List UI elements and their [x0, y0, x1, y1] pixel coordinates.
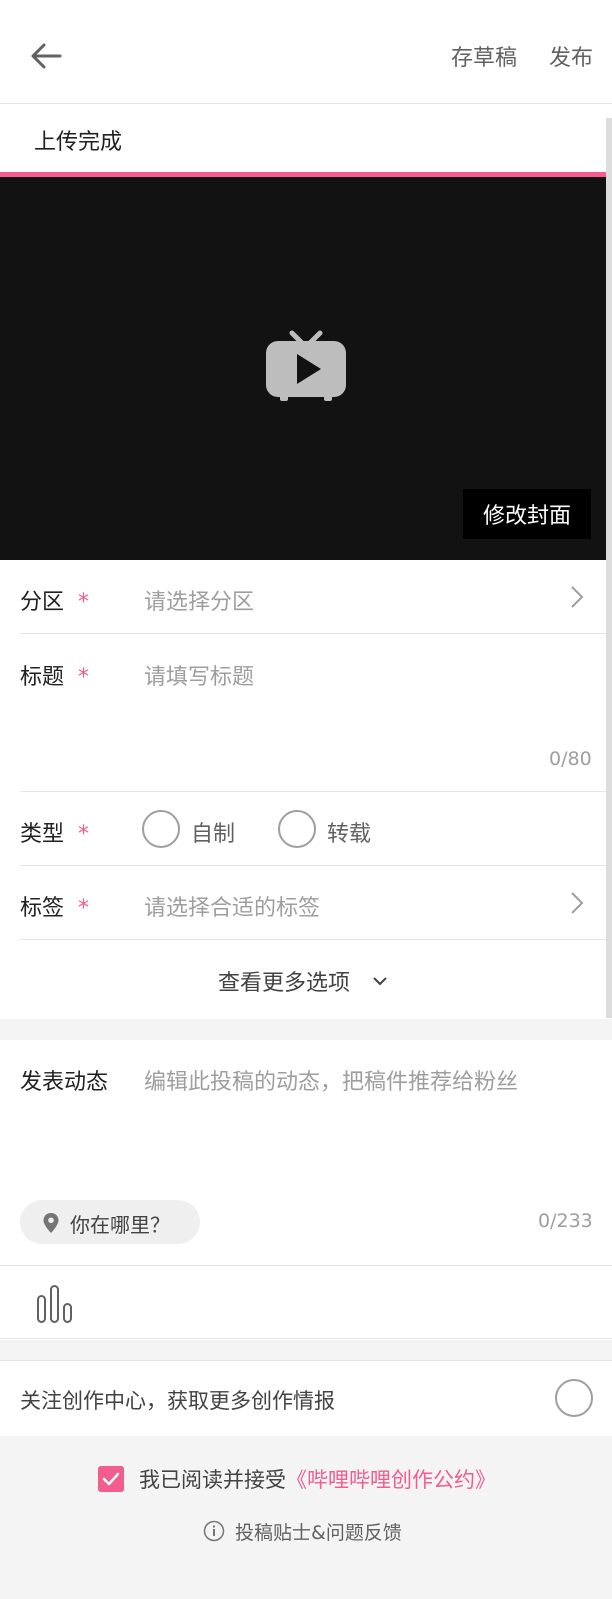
agreement-checkbox[interactable]	[98, 1466, 124, 1492]
tv-play-icon	[266, 330, 346, 401]
type-row: 类型 * 自制 转载	[0, 792, 606, 866]
tags-label: 标签 *	[20, 896, 90, 921]
more-options-button[interactable]: 查看更多选项	[0, 943, 606, 1019]
required-mark: *	[78, 665, 90, 690]
type-label: 类型 *	[20, 822, 90, 847]
change-cover-button[interactable]: 修改封面	[463, 489, 591, 539]
upload-status-row: 上传完成	[0, 104, 612, 174]
title-counter: 0/80	[549, 748, 592, 770]
type-repost-label[interactable]: 转载	[327, 816, 371, 848]
agreement-text: 我已阅读并接受《哔哩哔哩创作公约》	[139, 1468, 496, 1492]
scrollbar[interactable]	[606, 118, 612, 1018]
required-mark: *	[78, 590, 90, 615]
tags-row[interactable]: 标签 * 请选择合适的标签	[0, 866, 606, 940]
save-draft-button[interactable]: 存草稿	[451, 40, 517, 72]
section-gap	[0, 1340, 612, 1360]
more-options-label: 查看更多选项	[218, 971, 351, 996]
required-mark: *	[78, 896, 90, 921]
info-icon	[203, 1520, 225, 1542]
poll-icon[interactable]	[36, 1284, 74, 1324]
dynamic-counter: 0/233	[538, 1210, 593, 1232]
location-button[interactable]: 你在哪里？	[20, 1200, 200, 1244]
follow-creation-center-row[interactable]: 关注创作中心，获取更多创作情报	[0, 1360, 612, 1436]
type-original-label[interactable]: 自制	[191, 816, 235, 848]
location-label: 你在哪里？	[70, 1213, 170, 1237]
publish-button[interactable]: 发布	[549, 40, 593, 72]
dynamic-input[interactable]: 编辑此投稿的动态，把稿件推荐给粉丝	[144, 1064, 518, 1096]
divider	[20, 939, 606, 940]
agreement-link[interactable]: 《哔哩哔哩创作公约》	[286, 1468, 496, 1492]
follow-toggle[interactable]	[555, 1379, 593, 1417]
chevron-right-icon	[571, 892, 584, 914]
category-label: 分区 *	[20, 590, 90, 615]
dynamic-section: 发表动态 编辑此投稿的动态，把稿件推荐给粉丝 你在哪里？ 0/233	[0, 1040, 606, 1264]
dynamic-toolbar	[0, 1265, 612, 1339]
arrow-left-icon[interactable]	[24, 34, 68, 78]
chevron-right-icon	[571, 586, 584, 608]
required-mark: *	[78, 822, 90, 847]
title-label: 标题 *	[20, 665, 90, 690]
location-pin-icon	[43, 1213, 59, 1233]
chevron-down-icon	[373, 977, 387, 986]
upload-status-text: 上传完成	[34, 130, 123, 155]
type-repost-radio[interactable]	[278, 810, 316, 848]
section-gap	[0, 1019, 612, 1040]
category-placeholder: 请选择分区	[144, 590, 255, 615]
follow-text: 关注创作中心，获取更多创作情报	[20, 1389, 335, 1413]
title-input[interactable]: 请填写标题	[144, 659, 254, 691]
type-original-radio[interactable]	[142, 810, 180, 848]
tips-feedback-link[interactable]: 投稿贴士&问题反馈	[235, 1518, 402, 1545]
top-bar: 存草稿 发布	[0, 0, 612, 104]
video-preview[interactable]: 修改封面	[0, 177, 606, 560]
dynamic-label: 发表动态	[20, 1070, 109, 1095]
footer: 我已阅读并接受《哔哩哔哩创作公约》 投稿贴士&问题反馈	[0, 1436, 612, 1599]
tags-placeholder: 请选择合适的标签	[144, 896, 321, 921]
title-row[interactable]: 标题 * 请填写标题 0/80	[0, 634, 606, 792]
category-row[interactable]: 分区 * 请选择分区	[0, 560, 606, 634]
